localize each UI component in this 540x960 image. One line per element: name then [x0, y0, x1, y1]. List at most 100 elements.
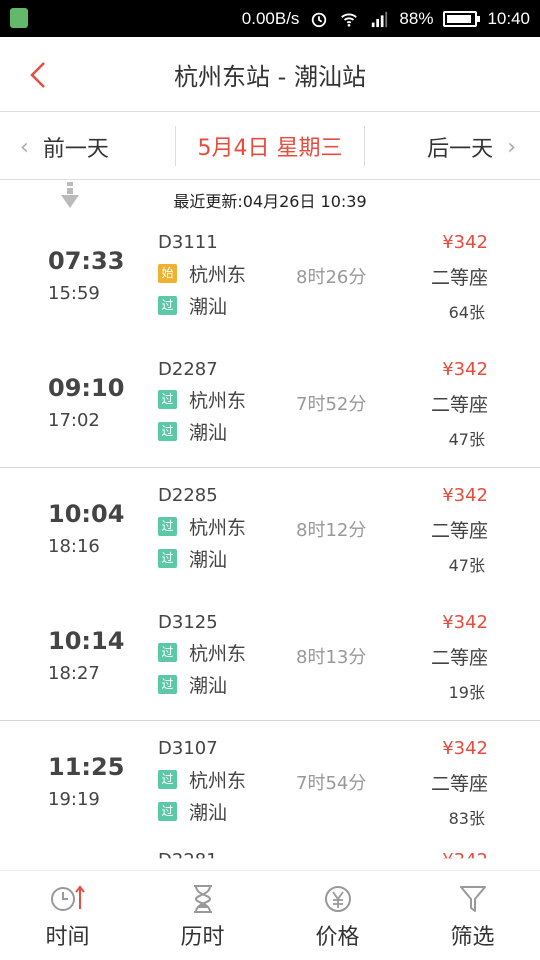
to-station: 过潮汕	[158, 674, 228, 698]
wifi-icon	[341, 13, 358, 27]
arrive-time: 15:59	[48, 283, 100, 304]
bottom-tab-bar: 时间 历时 价格 筛选	[0, 870, 540, 960]
arrive-time: 18:16	[48, 536, 100, 558]
from-station: 过杭州东	[158, 515, 247, 539]
pass-badge: 过	[158, 295, 177, 315]
train-row-partial[interactable]: D2281 ¥342	[0, 848, 540, 870]
duration: 7时52分	[296, 393, 367, 415]
chevron-right-icon: ›	[507, 134, 516, 160]
train-code: D3111	[158, 232, 218, 253]
date-bar: ‹ 前一天 5月4日 星期三 后一天 ›	[0, 113, 540, 180]
to-station: 过潮汕	[158, 421, 228, 445]
from-station-name: 杭州东	[189, 263, 247, 286]
train-code: D2285	[158, 485, 218, 507]
from-station-name: 杭州东	[189, 769, 247, 792]
arrive-time: 18:27	[48, 662, 100, 684]
yuan-icon	[324, 886, 351, 912]
current-date-button[interactable]: 5月4日 星期三	[175, 126, 365, 166]
tab-duration[interactable]: 历时	[135, 871, 270, 960]
seat-class: 二等座	[430, 773, 488, 796]
filter-icon	[459, 886, 486, 912]
to-station-name: 潮汕	[189, 801, 228, 824]
tickets-left: 47张	[448, 556, 485, 576]
seat-class: 二等座	[430, 267, 488, 289]
price: ¥342	[442, 611, 488, 633]
tab-price[interactable]: 价格	[270, 871, 405, 960]
pass-badge: 过	[158, 548, 177, 568]
pull-refresh-indicator: 最近更新:04月26日 10:39	[0, 180, 540, 215]
train-code: D2287	[158, 358, 218, 380]
depart-time: 10:04	[48, 500, 125, 529]
battery-percent: 88%	[399, 8, 434, 28]
pass-badge: 过	[158, 801, 177, 821]
header: 杭州东站 - 潮汕站	[0, 37, 540, 112]
depart-time: 07:33	[48, 247, 125, 275]
train-row[interactable]: 09:10 17:02 D2287 过杭州东 过潮汕 7时52分 ¥342 二等…	[0, 342, 540, 469]
status-bar: 0.00B/s 88% 10:40	[0, 0, 540, 37]
pass-badge: 过	[158, 643, 177, 663]
duration: 8时26分	[296, 267, 367, 288]
tab-filter-label: 筛选	[450, 925, 495, 950]
tab-duration-label: 历时	[180, 925, 225, 950]
arrive-time: 17:02	[48, 409, 100, 431]
network-speed: 0.00B/s	[241, 8, 300, 28]
tickets-left: 19张	[448, 682, 485, 702]
prev-day-button[interactable]: ‹ 前一天	[20, 130, 109, 164]
next-day-button[interactable]: 后一天 ›	[427, 130, 516, 164]
train-code: D2281	[158, 849, 218, 870]
seat-class: 二等座	[430, 520, 488, 543]
price: ¥342	[442, 738, 488, 760]
to-station: 过潮汕	[158, 294, 228, 318]
price: ¥342	[442, 485, 488, 507]
depart-time: 09:10	[48, 373, 125, 402]
from-station: 过杭州东	[158, 768, 247, 792]
arrive-time: 19:19	[48, 789, 100, 811]
from-station: 始杭州东	[158, 262, 247, 286]
pass-badge: 过	[158, 675, 177, 695]
next-day-label: 后一天	[427, 137, 494, 162]
from-station: 过杭州东	[158, 389, 247, 413]
hourglass-icon	[193, 885, 212, 913]
train-code: D3107	[158, 738, 218, 760]
tickets-left: 64张	[448, 303, 485, 322]
duration: 8时13分	[296, 646, 367, 668]
to-station: 过潮汕	[158, 547, 228, 571]
duration: 7时54分	[296, 773, 367, 795]
depart-time: 10:14	[48, 626, 125, 655]
to-station-name: 潮汕	[189, 548, 228, 571]
battery-icon	[443, 10, 481, 27]
app-icon	[10, 8, 28, 28]
seat-class: 二等座	[430, 393, 488, 416]
train-list: 07:33 15:59 D3111 始杭州东 过潮汕 8时26分 ¥342 二等…	[0, 215, 540, 870]
train-row[interactable]: 10:04 18:16 D2285 过杭州东 过潮汕 8时12分 ¥342 二等…	[0, 468, 540, 595]
from-station-name: 杭州东	[189, 390, 247, 413]
tickets-left: 47张	[448, 429, 485, 449]
price: ¥342	[442, 358, 488, 380]
train-row[interactable]: 07:33 15:59 D3111 始杭州东 过潮汕 8时26分 ¥342 二等…	[0, 215, 540, 342]
tab-time-label: 时间	[45, 925, 90, 950]
train-code: D3125	[158, 611, 218, 633]
chevron-left-icon: ‹	[20, 134, 29, 160]
tab-time[interactable]: 时间	[0, 871, 135, 960]
from-station-name: 杭州东	[189, 516, 247, 539]
status-bar-right: 0.00B/s 88% 10:40	[242, 0, 530, 37]
start-badge: 始	[158, 263, 177, 283]
alarm-icon	[312, 12, 327, 27]
prev-day-label: 前一天	[42, 137, 109, 162]
train-row[interactable]: 10:14 18:27 D3125 过杭州东 过潮汕 8时13分 ¥342 二等…	[0, 595, 540, 722]
price: ¥342	[442, 232, 488, 253]
clock-time: 10:40	[487, 8, 530, 28]
signal-icon	[372, 11, 388, 27]
last-updated-text: 最近更新:04月26日 10:39	[173, 192, 367, 211]
to-station-name: 潮汕	[189, 295, 228, 318]
page-title: 杭州东站 - 潮汕站	[174, 63, 366, 91]
to-station-name: 潮汕	[189, 675, 228, 698]
train-row[interactable]: 11:25 19:19 D3107 过杭州东 过潮汕 7时54分 ¥342 二等…	[0, 721, 540, 848]
to-station-name: 潮汕	[189, 422, 228, 445]
tab-filter[interactable]: 筛选	[405, 871, 540, 960]
seat-class: 二等座	[430, 646, 488, 669]
from-station: 过杭州东	[158, 642, 246, 665]
to-station: 过潮汕	[158, 800, 228, 824]
pass-badge: 过	[158, 422, 177, 442]
tickets-left: 83张	[448, 809, 485, 829]
